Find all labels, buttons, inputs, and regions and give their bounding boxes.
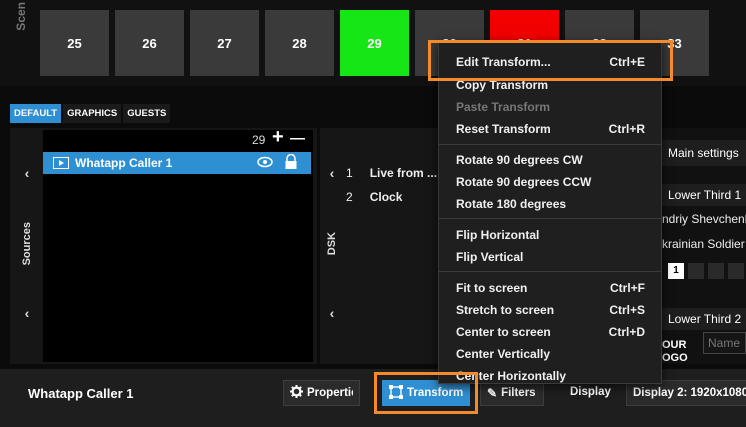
menu-item-fit-to-screen[interactable]: Fit to screen Ctrl+F [439, 277, 661, 299]
logo-text-line: OUR [662, 339, 687, 351]
dsk-item-label: Clock [369, 190, 403, 204]
filter-wand-icon: ✎ [487, 386, 498, 400]
source-item[interactable]: Whatapp Caller 1 [43, 152, 311, 174]
menu-item-rotate-180[interactable]: Rotate 180 degrees [439, 193, 661, 215]
lock-icon[interactable] [284, 153, 298, 173]
display-select-value: Display 2: 1920x1080 [633, 387, 746, 399]
menu-item-flip-horizontal[interactable]: Flip Horizontal [439, 224, 661, 246]
lower-third-1-button[interactable]: Lower Third 1 [660, 184, 746, 206]
menu-item-label: Flip Horizontal [456, 228, 540, 242]
transform-label: Transform [407, 387, 464, 399]
menu-item-copy-transform[interactable]: Copy Transform [439, 74, 661, 96]
menu-item-label: Flip Vertical [456, 250, 524, 264]
scenes-label: Scen [14, 2, 28, 31]
visibility-eye-icon[interactable] [257, 156, 273, 171]
tab-graphics[interactable]: GRAPHICS [63, 104, 122, 123]
dsk-item-index: 1 [346, 166, 353, 180]
menu-item-reset-transform[interactable]: Reset Transform Ctrl+R [439, 118, 661, 140]
transform-context-menu: Edit Transform... Ctrl+E Copy Transform … [438, 42, 662, 384]
scene-tile[interactable]: 26 [115, 10, 184, 76]
menu-separator [439, 218, 661, 219]
menu-item-shortcut: Ctrl+S [609, 303, 645, 317]
scene-tile[interactable]: 29 [340, 10, 409, 76]
menu-item-label: Center Vertically [456, 347, 551, 361]
menu-item-flip-vertical[interactable]: Flip Vertical [439, 246, 661, 268]
sources-side-label: Sources [21, 222, 33, 266]
menu-item-edit-transform[interactable]: Edit Transform... Ctrl+E [439, 51, 661, 73]
menu-item-label: Center to screen [456, 325, 551, 339]
menu-item-label: Reset Transform [456, 122, 551, 136]
menu-item-rotate-cw[interactable]: Rotate 90 degrees CW [439, 149, 661, 171]
lower-third-1-label: Lower Third 1 [668, 188, 742, 202]
main-settings-label: Main settings [668, 146, 739, 160]
menu-item-center-vertically[interactable]: Center Vertically [439, 343, 661, 365]
page-button[interactable] [728, 263, 744, 279]
menu-item-shortcut: Ctrl+F [609, 281, 645, 295]
menu-item-shortcut: Ctrl+R [608, 122, 645, 136]
dsk-panel [320, 128, 442, 364]
logo-text-line: OGO [662, 352, 688, 364]
remove-source-button[interactable]: — [290, 130, 305, 147]
menu-item-rotate-ccw[interactable]: Rotate 90 degrees CCW [439, 171, 661, 193]
lower-third-1-title: krainian Soldier [662, 237, 745, 251]
menu-item-center-horizontally[interactable]: Center Horizontally [439, 365, 661, 387]
collection-tabs: DEFAULT GRAPHICS GUESTS [10, 104, 171, 123]
menu-item-label: Rotate 90 degrees CCW [456, 175, 592, 189]
add-source-button[interactable]: + [272, 126, 284, 149]
menu-item-label: Rotate 180 degrees [456, 197, 567, 211]
menu-item-paste-transform[interactable]: Paste Transform [439, 96, 661, 118]
logo-thumbnail: OUR OGO [660, 336, 698, 368]
sources-count: 29 [252, 133, 266, 147]
menu-item-shortcut: Ctrl+E [609, 55, 645, 69]
menu-item-label: Fit to screen [456, 281, 528, 295]
dsk-item-index: 2 [346, 190, 353, 204]
menu-item-label: Copy Transform [456, 78, 549, 92]
menu-item-label: Rotate 90 degrees CW [456, 153, 583, 167]
dsk-side-label: DSK [326, 232, 338, 256]
sources-collapse-arrow-icon[interactable]: ‹ [17, 165, 37, 181]
transform-frame-icon [389, 384, 403, 402]
page-1-button[interactable]: 1 [668, 263, 684, 279]
gear-icon [290, 385, 303, 401]
menu-item-label: Stretch to screen [456, 303, 555, 317]
source-item-label: Whatapp Caller 1 [75, 156, 173, 170]
dsk-expand-arrow-icon[interactable]: ‹ [322, 305, 342, 321]
scene-tile[interactable]: 27 [190, 10, 259, 76]
video-source-icon [53, 157, 69, 169]
properties-button[interactable]: Properties [283, 380, 360, 406]
display-label: Display [570, 386, 611, 398]
dsk-item-label: Live from ... [369, 166, 438, 180]
tab-guests[interactable]: GUESTS [123, 104, 171, 123]
name-input[interactable]: Name [703, 332, 746, 354]
page-button[interactable] [688, 263, 704, 279]
main-settings-button[interactable]: Main settings [660, 140, 746, 166]
menu-item-label: Edit Transform... [456, 55, 551, 69]
menu-separator [439, 144, 661, 145]
scene-tile[interactable]: 25 [40, 10, 109, 76]
menu-item-label: Center Horizontally [456, 369, 567, 383]
scene-tile[interactable]: 28 [265, 10, 334, 76]
menu-item-label: Paste Transform [456, 100, 551, 114]
menu-item-shortcut: Ctrl+D [608, 325, 645, 339]
tab-default[interactable]: DEFAULT [10, 104, 62, 123]
lower-third-2-button[interactable]: Lower Third 2 [660, 308, 746, 330]
menu-separator [439, 271, 661, 272]
lower-third-2-label: Lower Third 2 [668, 312, 742, 326]
sources-expand-arrow-icon[interactable]: ‹ [17, 305, 37, 321]
lower-third-1-name: ndriy Shevchenk [662, 212, 746, 226]
selected-source-name: Whatapp Caller 1 [28, 386, 134, 401]
properties-label: Properties [307, 387, 353, 399]
filters-label: Filters [501, 387, 536, 399]
menu-item-stretch-to-screen[interactable]: Stretch to screen Ctrl+S [439, 299, 661, 321]
dsk-collapse-arrow-icon[interactable]: ‹ [322, 165, 342, 181]
name-input-placeholder: Name [708, 336, 741, 350]
menu-item-center-to-screen[interactable]: Center to screen Ctrl+D [439, 321, 661, 343]
dsk-item[interactable]: 1 Live from ... [346, 166, 437, 180]
dsk-item[interactable]: 2 Clock [346, 190, 402, 204]
page-button[interactable] [708, 263, 724, 279]
